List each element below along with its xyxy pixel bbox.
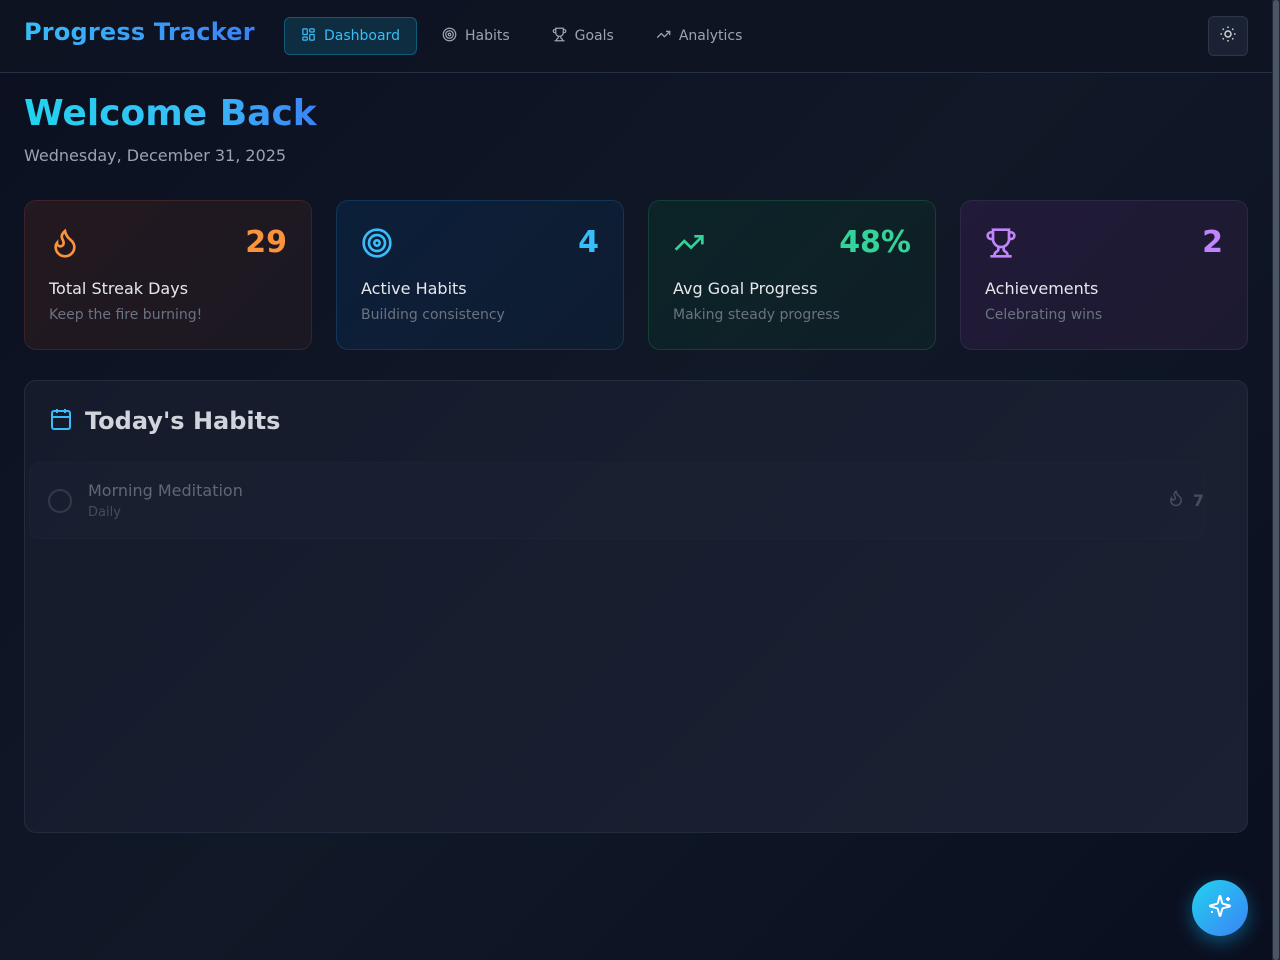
theme-toggle-button[interactable] [1208, 16, 1248, 56]
stat-label: Avg Goal Progress [673, 279, 818, 298]
habit-row[interactable]: Morning Meditation Daily 7 [29, 462, 1205, 539]
trending-up-icon [656, 27, 671, 46]
stat-value: 2 [1202, 225, 1223, 260]
sun-icon [1219, 25, 1237, 47]
stat-card-goal-progress: 48% Avg Goal Progress Making steady prog… [648, 200, 936, 350]
trending-up-icon [673, 227, 705, 259]
stat-subtext: Making steady progress [673, 307, 840, 323]
habit-streak: 7 [1167, 489, 1204, 511]
habits-header: Today's Habits [49, 407, 280, 435]
nav-dashboard-label: Dashboard [324, 28, 400, 44]
dashboard-icon [301, 27, 316, 46]
main-nav: Dashboard Habits Goals Analytics [284, 17, 759, 55]
habit-checkbox[interactable] [48, 489, 72, 513]
flame-icon [1167, 489, 1185, 511]
stat-value: 48% [839, 225, 911, 260]
target-icon [442, 27, 457, 46]
nav-goals-label: Goals [574, 28, 614, 44]
app-brand[interactable]: Progress Tracker [24, 18, 255, 46]
todays-habits-panel: Today's Habits Morning Meditation Daily … [24, 380, 1248, 833]
stat-subtext: Building consistency [361, 307, 505, 323]
stat-label: Active Habits [361, 279, 467, 298]
flame-icon [49, 227, 81, 259]
trophy-icon [985, 227, 1017, 259]
stat-card-achievements: 2 Achievements Celebrating wins [960, 200, 1248, 350]
nav-dashboard[interactable]: Dashboard [284, 17, 417, 55]
habit-streak-count: 7 [1192, 490, 1204, 510]
habit-name: Morning Meditation [88, 481, 243, 500]
stat-value: 4 [578, 225, 599, 260]
current-date: Wednesday, December 31, 2025 [24, 146, 287, 165]
stat-label: Achievements [985, 279, 1099, 298]
sparkles-icon [1208, 894, 1232, 922]
stat-card-habits: 4 Active Habits Building consistency [336, 200, 624, 350]
stat-value: 29 [245, 225, 287, 260]
nav-habits[interactable]: Habits [425, 17, 527, 55]
target-icon [361, 227, 393, 259]
stat-label: Total Streak Days [49, 279, 189, 298]
calendar-icon [49, 407, 73, 435]
stat-subtext: Celebrating wins [985, 307, 1103, 323]
nav-analytics[interactable]: Analytics [639, 17, 760, 55]
nav-analytics-label: Analytics [678, 28, 743, 44]
nav-goals[interactable]: Goals [535, 17, 631, 55]
habits-title: Today's Habits [85, 407, 281, 435]
page-title: Welcome Back [24, 93, 317, 134]
page-scrollbar[interactable] [1272, 0, 1280, 960]
top-nav-bar: Progress Tracker Dashboard Habits Goals … [0, 0, 1272, 73]
habit-frequency: Daily [88, 505, 121, 520]
stat-subtext: Keep the fire burning! [49, 307, 203, 323]
ai-assistant-button[interactable] [1192, 880, 1248, 936]
trophy-icon [552, 27, 567, 46]
stat-card-streak: 29 Total Streak Days Keep the fire burni… [24, 200, 312, 350]
scrollbar-thumb[interactable] [1273, 0, 1279, 960]
nav-habits-label: Habits [464, 28, 510, 44]
